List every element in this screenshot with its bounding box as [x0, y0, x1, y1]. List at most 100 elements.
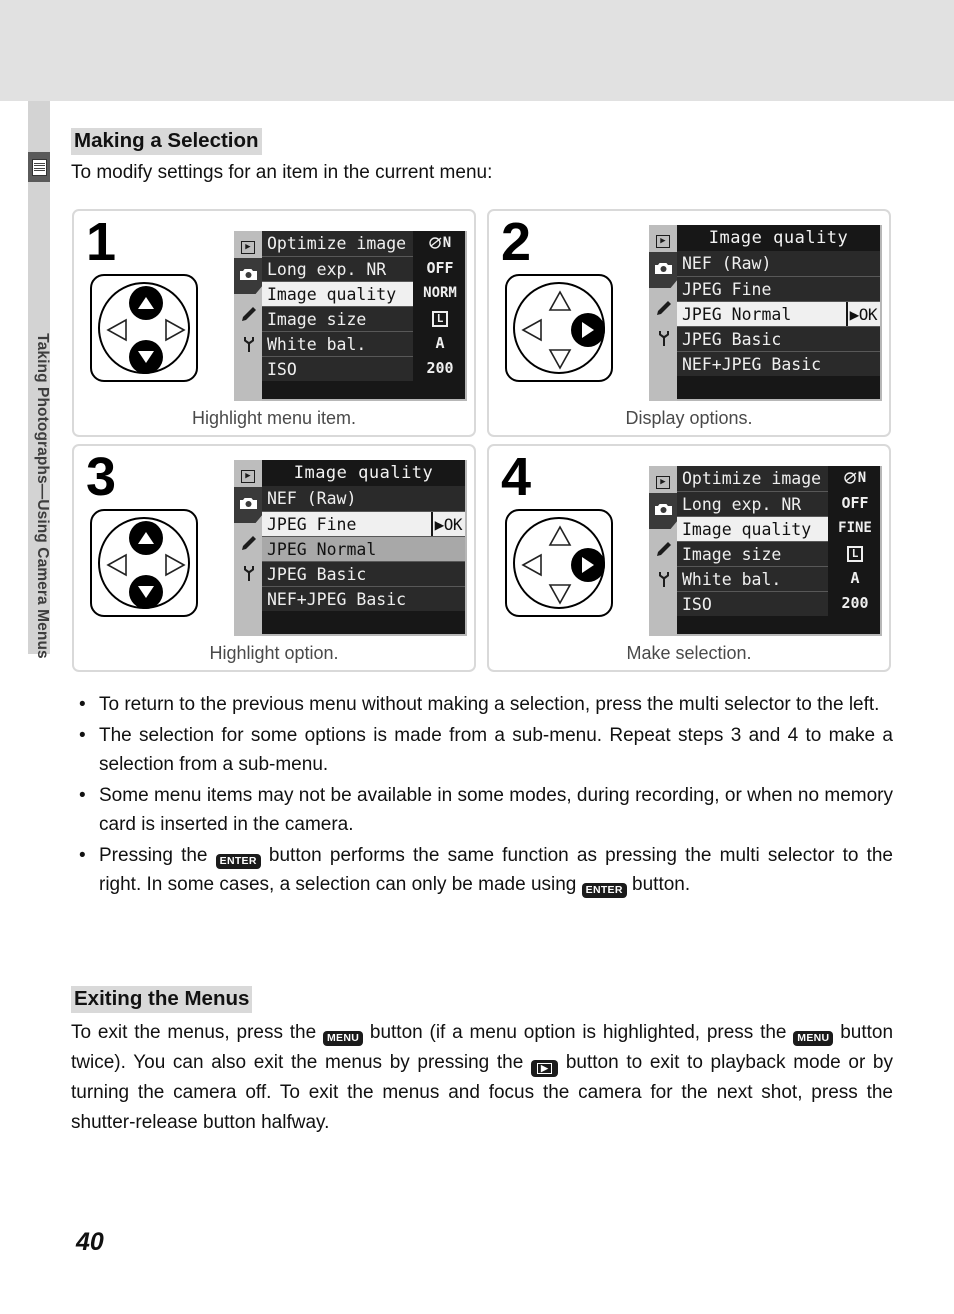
bullet-item: To return to the previous menu without m…: [71, 690, 893, 719]
lcd-value-column: N OFF FINE L A 200: [828, 466, 880, 634]
menu-row-label: JPEG Fine: [682, 280, 772, 299]
menu-row[interactable]: JPEG Basic: [262, 561, 465, 586]
lcd-menu-rows: NEF (Raw) JPEG Fine ▶OK JPEG Normal JPEG…: [262, 486, 465, 634]
lcd-tab-rail: ▶: [649, 225, 679, 401]
section-intro-text: To modify settings for an item in the cu…: [71, 162, 493, 183]
value-long-exp-nr: OFF: [426, 259, 454, 277]
ok-badge: ▶OK: [845, 302, 880, 326]
menu-row-label: Long exp. NR: [682, 495, 802, 514]
menu-row-label: JPEG Normal: [682, 305, 792, 324]
lcd-screen-step-3: ▶ Image quality NEF (Raw) JPEG Fine ▶OK …: [234, 460, 467, 636]
lcd-menu-title: Image quality: [262, 460, 465, 486]
size-box-icon: L: [431, 310, 449, 327]
pencil-icon: [237, 532, 259, 554]
step-number: 1: [86, 212, 117, 272]
menu-button-icon: MENU: [793, 1031, 834, 1046]
pencil-icon: [237, 303, 259, 325]
menu-button-icon: MENU: [322, 1031, 364, 1046]
dial-left-arrow-icon: [106, 553, 127, 577]
pencil-icon: [652, 297, 674, 319]
wrench-icon: [237, 333, 259, 355]
playback-icon: ▶: [652, 230, 674, 252]
bullet-item: The selection for some options is made f…: [71, 721, 893, 779]
dial-up-arrow-icon: [548, 525, 572, 546]
enter-button-icon: ENTER: [581, 883, 627, 898]
lcd-menu-title: Image quality: [677, 225, 880, 251]
multi-selector-dial[interactable]: [505, 274, 613, 382]
menu-row-label: NEF+JPEG Basic: [267, 590, 407, 609]
wrench-icon: [652, 568, 674, 590]
menu-row-label: NEF+JPEG Basic: [682, 355, 822, 374]
value-optimize: N: [830, 466, 880, 491]
step-panel-3: 3 ▶ Image quality NEF (Raw) JPEG Fine ▶O…: [72, 444, 476, 672]
step-caption: Make selection.: [626, 643, 752, 663]
camera-icon: [652, 498, 674, 520]
dial-right-arrow-icon: [165, 318, 186, 342]
chapter-side-rail: Taking Photographs—Using Camera Menus: [28, 101, 51, 659]
dial-up-arrow-icon: [548, 290, 572, 311]
value-white-bal: A: [850, 569, 860, 587]
menu-row-label: JPEG Normal: [267, 540, 377, 559]
menu-row-selected[interactable]: JPEG Normal ▶OK: [677, 301, 880, 326]
step-number: 4: [501, 447, 532, 507]
step-caption: Display options.: [625, 408, 753, 428]
menu-row-label: NEF (Raw): [267, 489, 357, 508]
menu-row[interactable]: NEF+JPEG Basic: [262, 586, 465, 611]
lcd-tab-rail: ▶: [649, 466, 679, 636]
dial-up-arrow-active-icon: [129, 521, 163, 555]
wrench-icon: [652, 327, 674, 349]
lcd-screen-step-4: ▶ Optimize image Long exp. NR Image qual…: [649, 466, 882, 636]
step-caption: Highlight menu item.: [191, 408, 357, 428]
lcd-screen-step-2: ▶ Image quality NEF (Raw) JPEG Fine JPEG…: [649, 225, 882, 401]
multi-selector-dial[interactable]: [90, 274, 198, 382]
bullet-item: Some menu items may not be available in …: [71, 781, 893, 839]
multi-selector-dial[interactable]: [505, 509, 613, 617]
menu-row-selected[interactable]: JPEG Fine ▶OK: [262, 511, 465, 536]
top-grey-band: [0, 0, 954, 101]
wrench-icon: [237, 562, 259, 584]
menu-row-label: Image size: [682, 545, 782, 564]
chapter-label: Taking Photographs—Using Camera Menus: [34, 333, 51, 659]
value-image-size: L: [415, 306, 465, 331]
step-panel-1: 1 ▶ Optimize image Long exp. NR Image qu…: [72, 209, 476, 437]
menu-row-label: Optimize image: [267, 234, 407, 253]
menu-row[interactable]: NEF (Raw): [677, 251, 880, 276]
lcd-tab-rail: ▶: [234, 231, 264, 401]
menu-row[interactable]: JPEG Basic: [677, 326, 880, 351]
camera-icon: [237, 263, 259, 285]
notes-bullet-list: To return to the previous menu without m…: [71, 690, 893, 901]
lcd-menu-rows: NEF (Raw) JPEG Fine JPEG Normal ▶OK JPEG…: [677, 251, 880, 399]
playback-icon: ▶: [237, 465, 259, 487]
menu-row-label: Image quality: [682, 520, 812, 539]
exiting-body-text: To exit the menus, press the MENU button…: [71, 1018, 893, 1138]
value-iso: 200: [841, 594, 869, 612]
dial-right-arrow-active-icon: [571, 548, 605, 582]
dial-left-arrow-icon: [521, 553, 542, 577]
menu-row[interactable]: JPEG Fine: [677, 276, 880, 301]
menu-row-label: ISO: [267, 360, 297, 379]
menu-row[interactable]: NEF (Raw): [262, 486, 465, 511]
dial-down-arrow-icon: [548, 349, 572, 370]
dial-down-arrow-active-icon: [129, 340, 163, 374]
bullet-item-enter: Pressing the ENTER button performs the s…: [71, 841, 893, 899]
playback-button-icon: ▶: [530, 1060, 559, 1077]
value-optimize: N: [415, 231, 465, 256]
exit-text-part-2: button (if a menu option is highlighted,…: [369, 1022, 787, 1043]
section-heading-making-a-selection: Making a Selection: [71, 128, 262, 155]
playback-icon: ▶: [237, 236, 259, 258]
enter-button-icon: ENTER: [215, 854, 261, 869]
menu-row-label: JPEG Fine: [267, 515, 357, 534]
lcd-tab-rail: ▶: [234, 460, 264, 636]
page-number: 40: [76, 1228, 104, 1256]
ok-badge: ▶OK: [430, 512, 465, 536]
optimize-icon: [844, 472, 857, 484]
menu-row-dim-selected[interactable]: JPEG Normal: [262, 536, 465, 561]
multi-selector-dial[interactable]: [90, 509, 198, 617]
exit-text-part-1: To exit the menus, press the: [71, 1022, 317, 1043]
value-image-size: L: [830, 541, 880, 566]
value-image-quality: FINE: [838, 520, 872, 536]
dial-left-arrow-icon: [521, 318, 542, 342]
menu-row[interactable]: NEF+JPEG Basic: [677, 351, 880, 376]
value-long-exp-nr: OFF: [841, 494, 869, 512]
menu-row-label: White bal.: [267, 335, 367, 354]
